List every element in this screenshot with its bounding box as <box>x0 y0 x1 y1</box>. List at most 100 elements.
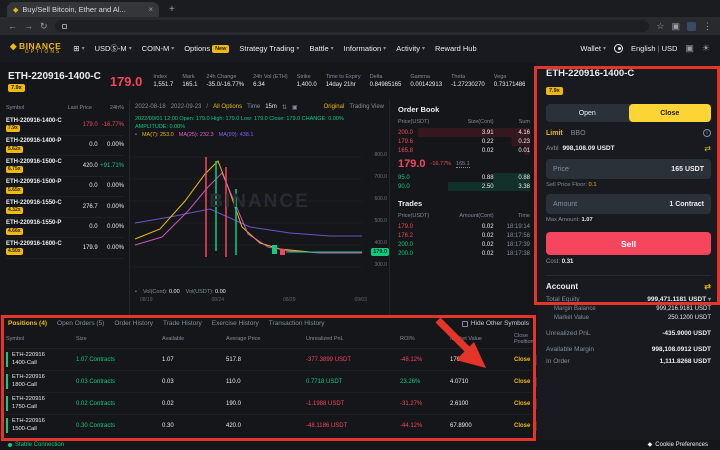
watchlist-row[interactable]: ETH-220916-1500-C6.75x 420.0+91.71% <box>6 156 124 177</box>
close-position-button[interactable]: Close <box>514 357 530 363</box>
avbl-value: 998,108.09 USDT <box>563 145 615 152</box>
info-icon[interactable]: i <box>703 129 711 137</box>
browser-menu-icon[interactable]: ⋮ <box>703 21 712 32</box>
watchlist-row[interactable]: ETH-220916-1400-C7.9x 179.0-16.77% <box>6 115 124 136</box>
star-icon[interactable]: ☆ <box>656 21 664 32</box>
nav-item-reward-hub[interactable]: Reward Hub <box>435 44 477 53</box>
watchlist-row[interactable]: ETH-220916-1500-P5.65x 0.00.00% <box>6 177 124 198</box>
stat-mark: Mark165.1 <box>182 74 197 88</box>
vol-toggle-icon[interactable]: • <box>135 289 137 295</box>
tab-open-orders[interactable]: Open Orders (5) <box>57 320 104 327</box>
chart-canvas[interactable]: BINANCE <box>130 139 389 289</box>
tab-close[interactable]: Close <box>629 104 712 122</box>
tab-exercise-history[interactable]: Exercise History <box>212 320 259 327</box>
extensions-icon[interactable]: ▣ <box>671 21 680 32</box>
account-transfer-icon[interactable]: ⇄ <box>704 282 711 291</box>
chevron-down-icon: ▾ <box>603 45 606 52</box>
stat-theta: Theta-1.27230270 <box>451 74 485 88</box>
date-to[interactable]: 2022-09-23 <box>171 104 202 110</box>
nav-item-coinm[interactable]: COIN-M▾ <box>142 44 175 53</box>
tab-positions[interactable]: Positions (4) <box>8 320 47 327</box>
nav-item-strategy-trading[interactable]: Strategy Trading▾ <box>239 44 299 53</box>
nav-item-usdm[interactable]: USDⓈ-M▾ <box>95 43 132 54</box>
reload-icon[interactable]: ↻ <box>40 21 48 32</box>
price-input[interactable]: Price 165 USDT <box>546 159 711 179</box>
language-currency-selector[interactable]: English|USD <box>631 44 677 53</box>
nav-item-battle[interactable]: Battle▾ <box>309 44 333 53</box>
ma7-value: MA(7): 253.0 <box>142 132 174 138</box>
chevron-down-icon[interactable]: ▾ <box>708 297 711 303</box>
vol-cont: Vol(Cont): 0.00 <box>143 289 180 295</box>
trade-row: 200.00.0218:17:39 <box>398 240 530 249</box>
cost-value: 0.31 <box>562 259 574 265</box>
watchlist-header-symbol[interactable]: Symbol <box>6 105 48 111</box>
slash-separator: / <box>206 104 208 110</box>
binance-logo[interactable]: ◆BINANCE OPTIONS <box>10 42 61 56</box>
theme-toggle-icon[interactable]: ☀ <box>702 43 710 54</box>
site-info-icon[interactable] <box>62 24 67 29</box>
nav-item-information[interactable]: Information▾ <box>344 44 387 53</box>
y-axis-label: 500.0 <box>374 218 387 224</box>
date-from[interactable]: 2022-08-18 <box>135 104 166 110</box>
trade-row: 176.20.0218:17:58 <box>398 231 530 240</box>
amount-input[interactable]: Amount 1 Contract <box>546 194 711 214</box>
watchlist-header-price[interactable]: Last Price <box>48 105 92 111</box>
tab-trading-view[interactable]: Trading View <box>349 104 384 110</box>
wallet-menu[interactable]: Wallet▾ <box>580 44 606 53</box>
chevron-down-icon: ▾ <box>82 45 85 52</box>
watchlist-row[interactable]: ETH-220916-1400-P5.62x 0.00.00% <box>6 136 124 157</box>
indicator-icon[interactable]: ▣ <box>292 104 298 111</box>
back-icon[interactable]: ← <box>8 21 17 31</box>
binance-watermark: BINANCE <box>209 191 310 213</box>
download-app-icon[interactable]: ▣ <box>685 43 694 54</box>
amplitude-line: AMPLITUDE: 0.00% <box>135 123 384 131</box>
watchlist-header-change[interactable]: 24h% <box>92 105 124 111</box>
products-grid-button[interactable]: ⊞▾ <box>73 44 84 53</box>
browser-tab[interactable]: ◆ Buy/Sell Bitcoin, Ether and Al... × <box>7 2 159 17</box>
watchlist-row[interactable]: ETH-220916-1600-C4.50x 179.90.00% <box>6 238 124 259</box>
order-type-limit[interactable]: Limit <box>546 130 563 137</box>
tab-original-chart[interactable]: Original <box>324 104 345 110</box>
new-tab-button[interactable]: + <box>169 2 175 17</box>
cookie-preferences[interactable]: ◆ Cookie Preferences <box>648 441 708 448</box>
tab-trade-history[interactable]: Trade History <box>163 320 202 327</box>
url-bar[interactable] <box>55 20 650 32</box>
ask-row[interactable]: 200.03.914.16 <box>398 128 530 137</box>
tab-order-history[interactable]: Order History <box>114 320 153 327</box>
watchlist-row[interactable]: ETH-220916-1550-P4.66x 0.00.00% <box>6 218 124 239</box>
y-axis-label: 300.0 <box>374 262 387 268</box>
sort-icon[interactable]: ⇅ <box>282 104 287 111</box>
nav-item-activity[interactable]: Activity▾ <box>396 44 425 53</box>
close-position-button[interactable]: Close <box>514 401 530 407</box>
close-position-button[interactable]: Close <box>514 423 530 429</box>
ask-row[interactable]: 165.80.020.01 <box>398 146 530 155</box>
tab-close-icon[interactable]: × <box>148 5 153 14</box>
trade-row: 179.00.0218:19:14 <box>398 222 530 231</box>
bid-row[interactable]: 95.00.880.88 <box>398 173 530 182</box>
watchlist-row[interactable]: ETH-220916-1550-C4.32x 276.70.00% <box>6 197 124 218</box>
tab-transaction-history[interactable]: Transaction History <box>269 320 325 327</box>
bid-row[interactable]: 90.02.503.38 <box>398 182 530 191</box>
user-profile-icon[interactable] <box>614 44 623 53</box>
sell-button[interactable]: Sell <box>546 232 711 255</box>
trade-row: 200.00.0218:17:38 <box>398 249 530 258</box>
panel-leverage-tag: 7.9x <box>546 87 563 95</box>
interval-selector[interactable]: 15m <box>265 104 277 110</box>
browser-profile-icon[interactable] <box>687 22 696 31</box>
browser-addressbar: ← → ↻ ☆ ▣ ⋮ <box>0 17 720 35</box>
options-watchlist: Symbol Last Price 24h% ETH-220916-1400-C… <box>0 100 130 316</box>
nav-item-options[interactable]: OptionsNew <box>184 44 229 53</box>
hide-other-symbols-toggle[interactable]: Hide Other Symbols <box>462 320 529 327</box>
ma25-value: MA(25): 232.3 <box>179 132 214 138</box>
forward-icon[interactable]: → <box>24 21 33 31</box>
tab-open[interactable]: Open <box>546 104 629 122</box>
close-position-button[interactable]: Close <box>514 379 530 385</box>
ask-row[interactable]: 179.60.220.23 <box>398 137 530 146</box>
ma-toggle-icon[interactable]: • <box>135 132 137 138</box>
all-options-filter[interactable]: All Options <box>213 104 242 110</box>
positions-table-header: SymbolSize AvailableAverage Price Unreal… <box>6 330 531 348</box>
checkbox-icon[interactable] <box>462 321 468 327</box>
contract-symbol: ETH-220916-1400-C <box>8 71 101 82</box>
order-type-bbo[interactable]: BBO <box>571 130 586 137</box>
transfer-icon[interactable]: ⇄ <box>704 144 711 153</box>
